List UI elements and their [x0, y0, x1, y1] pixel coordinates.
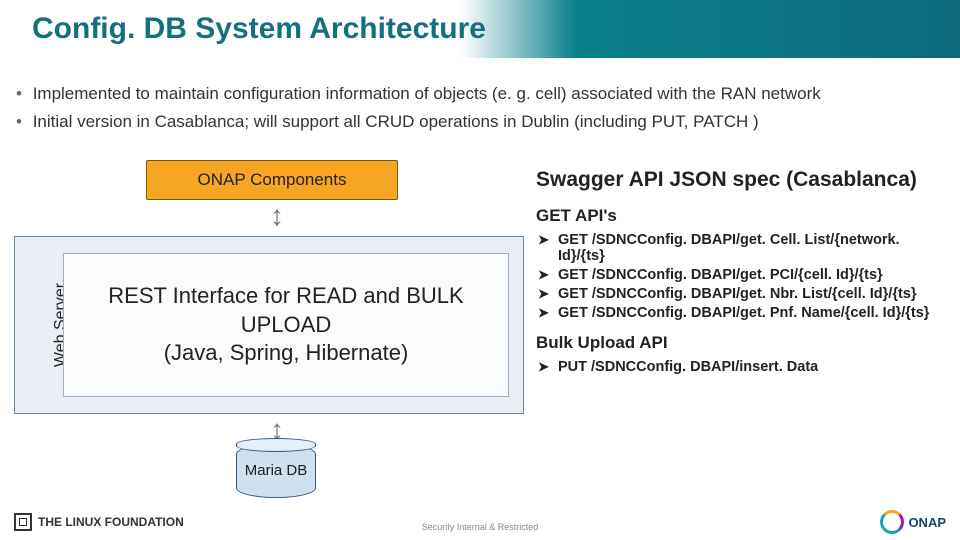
- onap-components-box: ONAP Components: [146, 160, 398, 200]
- database-cylinder: Maria DB: [236, 444, 316, 498]
- api-spec-panel: Swagger API JSON spec (Casablanca) GET A…: [536, 168, 948, 385]
- get-api-list: GET /SDNCConfig. DBAPI/get. Cell. List/{…: [536, 232, 948, 321]
- api-item: GET /SDNCConfig. DBAPI/get. Pnf. Name/{c…: [558, 305, 948, 321]
- lf-logo-icon: [14, 513, 32, 531]
- onap-logo: ONAP: [880, 510, 946, 534]
- bullet-list: • Implemented to maintain configuration …: [16, 76, 944, 140]
- slide-title: Config. DB System Architecture: [32, 12, 486, 46]
- bullet-text: Implemented to maintain configuration in…: [33, 84, 821, 103]
- bulk-api-list: PUT /SDNCConfig. DBAPI/insert. Data: [536, 359, 948, 375]
- rest-line-1: REST Interface for READ and BULK UPLOAD: [64, 282, 508, 339]
- api-item: GET /SDNCConfig. DBAPI/get. Cell. List/{…: [558, 232, 948, 264]
- onap-logo-icon: [880, 510, 904, 534]
- api-item: GET /SDNCConfig. DBAPI/get. Nbr. List/{c…: [558, 286, 948, 302]
- web-server-box: Web Server REST Interface for READ and B…: [14, 236, 524, 414]
- lf-logo-text: THE LINUX FOUNDATION: [38, 515, 184, 529]
- get-apis-heading: GET API's: [536, 206, 948, 226]
- onap-label: ONAP Components: [198, 170, 347, 190]
- database-label: Maria DB: [236, 444, 316, 498]
- bullet-item: • Implemented to maintain configuration …: [16, 84, 944, 104]
- slide: Config. DB System Architecture • Impleme…: [0, 0, 960, 540]
- architecture-diagram: ONAP Components ↕ Web Server REST Interf…: [14, 160, 522, 490]
- rest-interface-box: REST Interface for READ and BULK UPLOAD …: [63, 253, 509, 397]
- bullet-text: Initial version in Casablanca; will supp…: [33, 112, 759, 131]
- bullet-marker: •: [16, 84, 22, 103]
- arrow-down-icon: ↕: [270, 200, 284, 232]
- api-item: GET /SDNCConfig. DBAPI/get. PCI/{cell. I…: [558, 267, 948, 283]
- onap-logo-text: ONAP: [908, 515, 946, 530]
- api-item: PUT /SDNCConfig. DBAPI/insert. Data: [558, 359, 948, 375]
- linux-foundation-logo: THE LINUX FOUNDATION: [14, 513, 184, 531]
- bullet-marker: •: [16, 112, 22, 131]
- security-classification: Security Internal & Restricted: [422, 522, 539, 532]
- rest-line-2: (Java, Spring, Hibernate): [164, 339, 409, 368]
- bullet-item: • Initial version in Casablanca; will su…: [16, 112, 944, 132]
- title-bar: Config. DB System Architecture: [0, 0, 960, 58]
- api-spec-title: Swagger API JSON spec (Casablanca): [536, 168, 948, 192]
- bulk-upload-heading: Bulk Upload API: [536, 333, 948, 353]
